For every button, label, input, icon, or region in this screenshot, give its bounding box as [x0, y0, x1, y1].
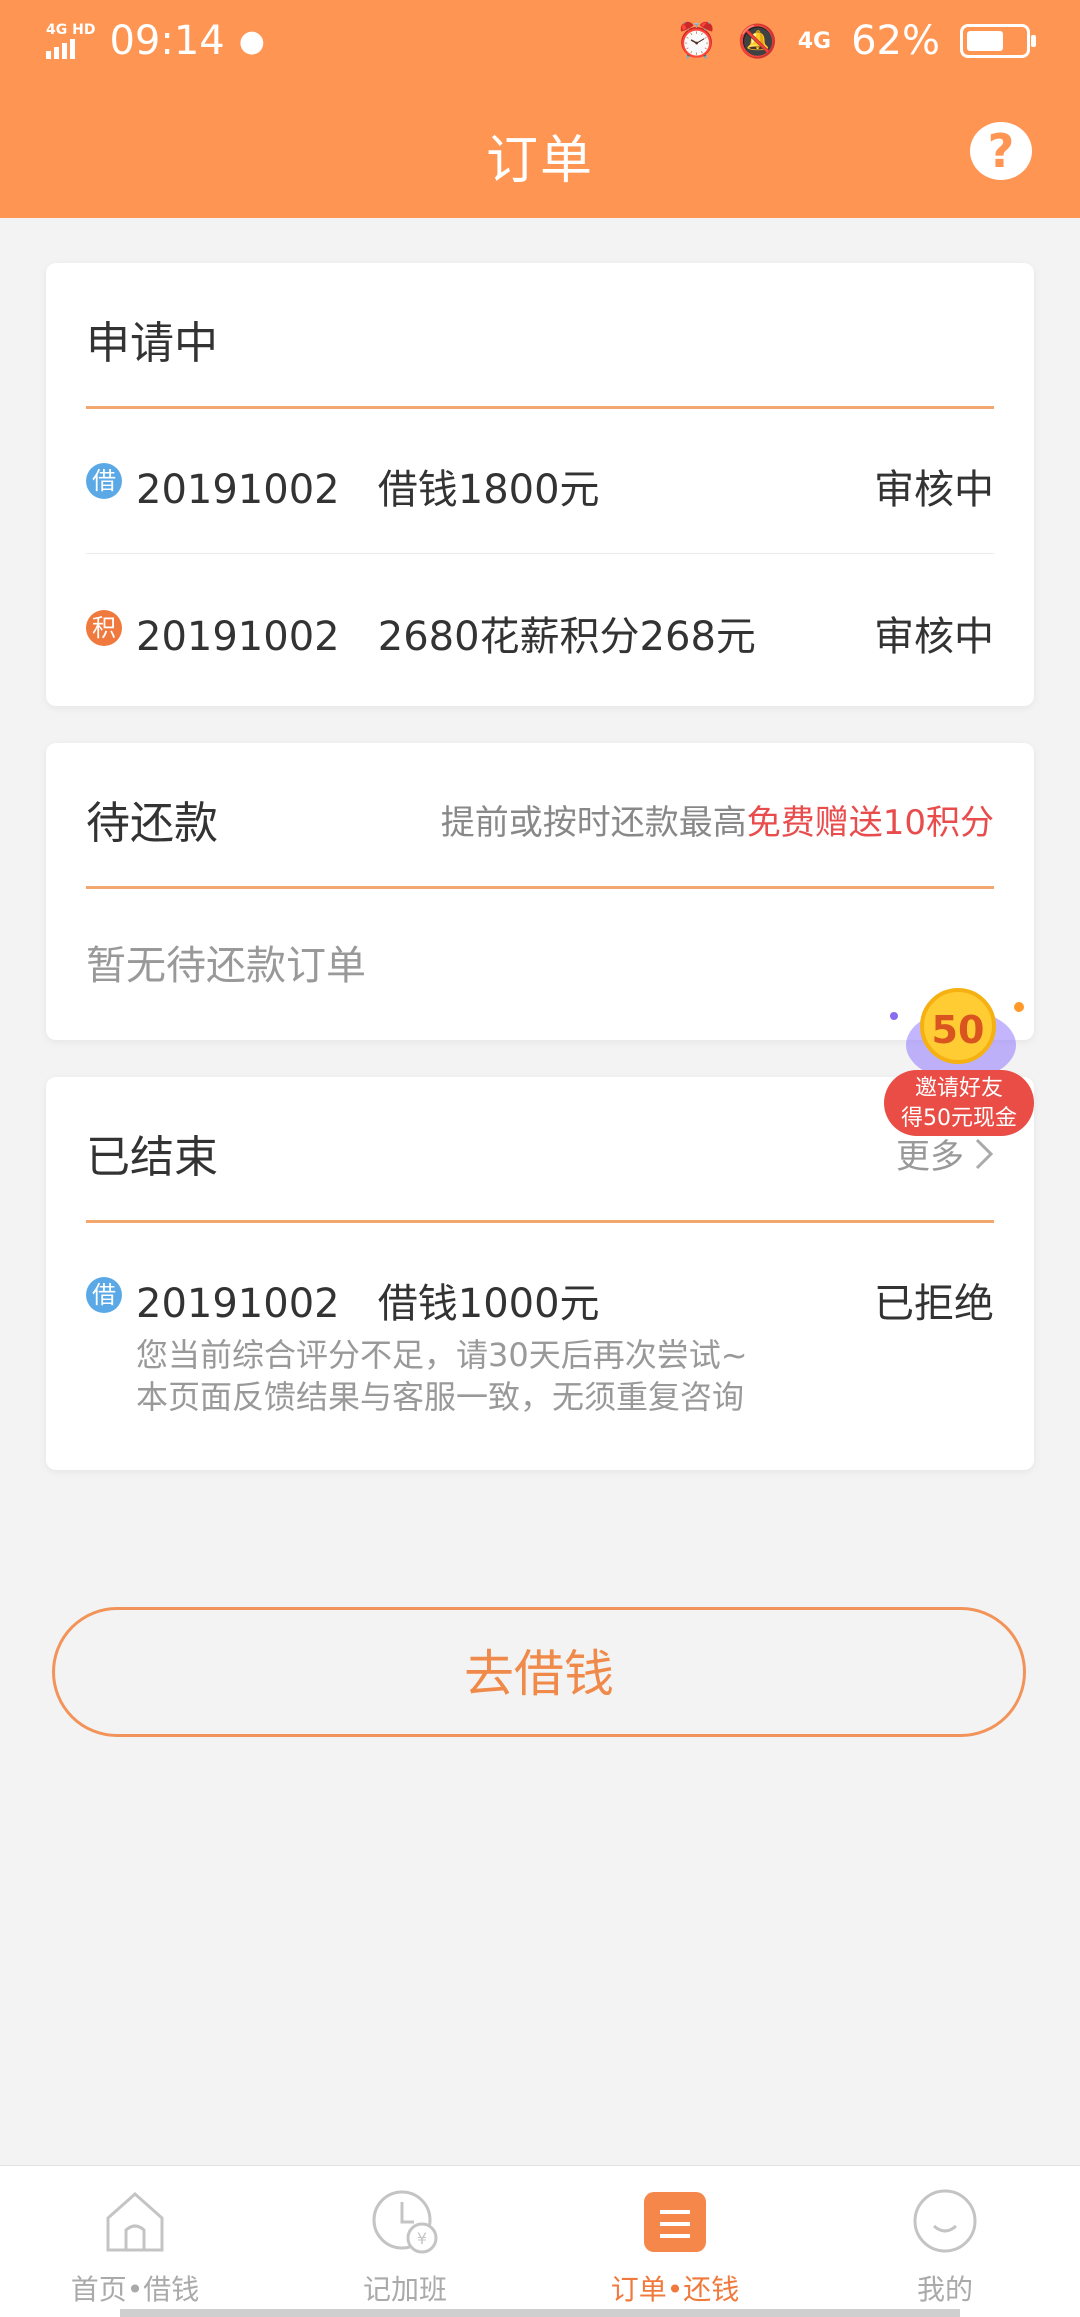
promo-dot: [890, 1012, 898, 1020]
applying-header: 申请中: [86, 263, 994, 409]
borrow-button[interactable]: 去借钱: [52, 1607, 1026, 1737]
mobile-data-label: 4G: [797, 28, 832, 54]
top-bar: 4G HD 09:14 ● ⏰ 🔕 4G 62% 订单 ?: [0, 0, 1080, 218]
loan-badge-icon: 借: [86, 463, 122, 499]
coin-icon: 50: [920, 988, 996, 1064]
order-info: 20191002 2680花薪积分268元: [136, 614, 756, 660]
nav-overtime[interactable]: ¥ 记加班: [270, 2166, 540, 2317]
page-title: 订单: [485, 131, 594, 191]
battery-icon: [960, 24, 1036, 58]
order-row[interactable]: 借 20191002 借钱1800元 审核中: [86, 407, 994, 553]
nav-label: 记加班: [362, 2273, 447, 2306]
nav-label: 首页•借钱: [70, 2273, 200, 2306]
signal-icon: 4G HD: [46, 23, 95, 59]
points-badge-icon: 积: [86, 610, 122, 646]
finished-header: 已结束 更多: [86, 1077, 994, 1223]
order-status: 审核中: [874, 614, 994, 660]
order-info: 20191002 借钱1000元: [136, 1281, 600, 1327]
nav-label: 订单•还钱: [610, 2273, 740, 2306]
bottom-nav: 首页•借钱 ¥ 记加班 订单•还钱 我的: [0, 2165, 1080, 2317]
applying-title: 申请中: [86, 318, 218, 369]
battery-percent: 62%: [851, 18, 940, 64]
promo-dot: [1014, 1002, 1024, 1012]
orders-icon: [644, 2192, 706, 2252]
alarm-icon: ⏰: [675, 21, 718, 61]
nav-home[interactable]: 首页•借钱: [0, 2166, 270, 2317]
pending-header: 待还款 提前或按时还款最高免费赠送10积分: [86, 743, 994, 889]
order-info: 20191002 借钱1800元: [136, 467, 600, 513]
invite-promo[interactable]: 50 邀请好友 得50元现金: [884, 988, 1034, 1138]
repay-tip: 提前或按时还款最高免费赠送10积分: [440, 803, 994, 843]
reject-note: 您当前综合评分不足，请30天后再次尝试~: [136, 1336, 748, 1374]
chevron-right-icon: [975, 1138, 994, 1169]
order-status: 已拒绝: [874, 1281, 994, 1327]
applying-card: 申请中 借 20191002 借钱1800元 审核中 积 20191002 26…: [46, 263, 1034, 706]
nav-profile[interactable]: 我的: [810, 2166, 1080, 2317]
reject-note: 本页面反馈结果与客服一致，无须重复咨询: [136, 1378, 745, 1416]
nav-orders[interactable]: 订单•还钱: [540, 2166, 810, 2317]
order-status: 审核中: [874, 467, 994, 513]
order-row[interactable]: 积 20191002 2680花薪积分268元 审核中: [86, 554, 994, 700]
pending-title: 待还款: [86, 798, 218, 849]
clock-yen-icon: ¥: [372, 2190, 438, 2254]
nav-label: 我的: [916, 2273, 973, 2306]
svg-text:¥: ¥: [417, 2229, 427, 2248]
empty-state-text: 暂无待还款订单: [86, 943, 366, 989]
help-button[interactable]: ?: [970, 122, 1032, 180]
question-icon: ?: [987, 124, 1015, 178]
finished-title: 已结束: [86, 1132, 218, 1183]
status-time: 09:14: [109, 18, 225, 64]
network-label: 4G HD: [46, 22, 96, 38]
promo-label: 邀请好友 得50元现金: [884, 1070, 1034, 1136]
home-icon: [106, 2191, 164, 2252]
status-bar: 4G HD 09:14 ● ⏰ 🔕 4G 62%: [0, 0, 1080, 84]
loan-badge-icon: 借: [86, 1277, 122, 1313]
smile-icon: [913, 2189, 977, 2253]
location-icon: ●: [238, 23, 265, 59]
mute-bell-icon: 🔕: [737, 22, 778, 60]
